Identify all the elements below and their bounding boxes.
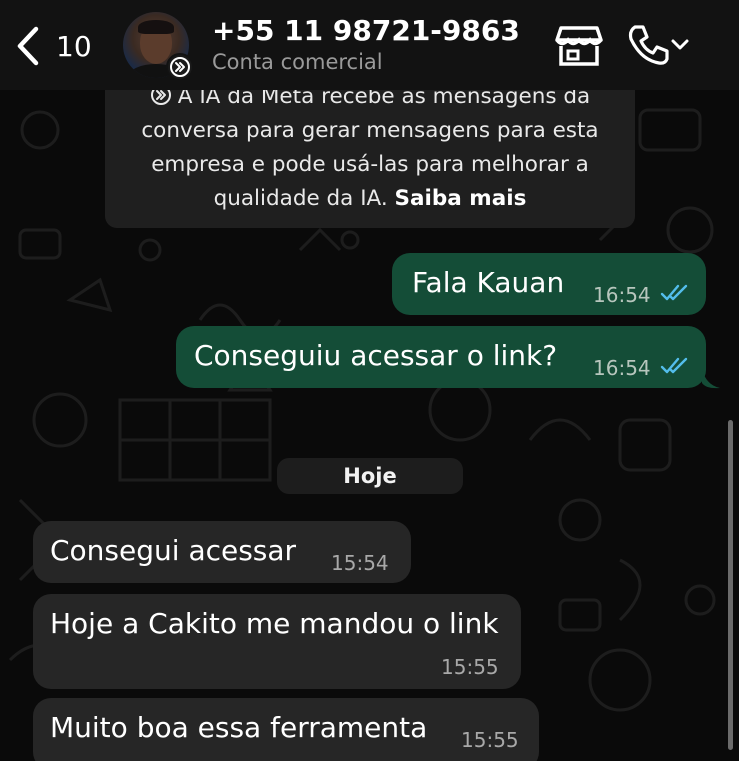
learn-more-link[interactable]: Saiba mais — [395, 186, 527, 211]
chat-header: 10 +55 11 98721-9863 Conta comercial — [0, 0, 739, 90]
message-text: Conseguiu acessar o link? — [194, 339, 558, 372]
message-time: 16:54 — [593, 356, 651, 380]
back-button[interactable]: 10 — [14, 22, 104, 70]
message-time: 16:54 — [593, 283, 651, 307]
message-text: Fala Kauan — [412, 266, 565, 299]
message-outgoing[interactable]: Fala Kauan 16:54 — [392, 253, 706, 315]
message-incoming[interactable]: Hoje a Cakito me mandou o link 15:55 — [33, 594, 521, 689]
double-check-icon — [660, 284, 688, 301]
contact-subtitle: Conta comercial — [212, 50, 383, 74]
chat-screen: 10 +55 11 98721-9863 Conta comercial A I… — [0, 0, 739, 761]
message-text: Muito boa essa ferramenta — [50, 711, 428, 744]
chevron-down-icon — [671, 39, 689, 50]
message-time: 15:55 — [461, 728, 519, 752]
bubble-tail — [702, 369, 720, 389]
phone-icon — [628, 25, 669, 65]
message-text: Hoje a Cakito me mandou o link — [50, 607, 499, 640]
message-outgoing[interactable]: Conseguiu acessar o link? 16:54 — [176, 326, 706, 388]
message-time: 15:55 — [441, 655, 499, 679]
contact-name[interactable]: +55 11 98721-9863 — [212, 14, 520, 47]
message-text: Consegui acessar — [50, 534, 297, 567]
chevron-left-icon — [17, 26, 39, 66]
unread-count: 10 — [56, 29, 92, 63]
message-incoming[interactable]: Consegui acessar 15:54 — [33, 521, 411, 583]
message-incoming[interactable]: Muito boa essa ferramenta 15:55 — [33, 698, 539, 761]
day-separator: Hoje — [277, 458, 463, 494]
store-icon — [555, 26, 603, 66]
message-time: 15:54 — [331, 551, 389, 575]
meta-ai-notice: A IA da Meta recebe as mensagens da conv… — [105, 74, 635, 228]
call-button[interactable] — [626, 22, 698, 68]
double-check-icon — [660, 357, 688, 374]
meta-ai-icon — [170, 57, 190, 77]
catalog-button[interactable] — [555, 24, 603, 68]
notice-text: A IA da Meta recebe as mensagens da conv… — [141, 84, 599, 211]
scrollbar[interactable] — [728, 420, 733, 750]
meta-ai-badge — [166, 53, 194, 81]
